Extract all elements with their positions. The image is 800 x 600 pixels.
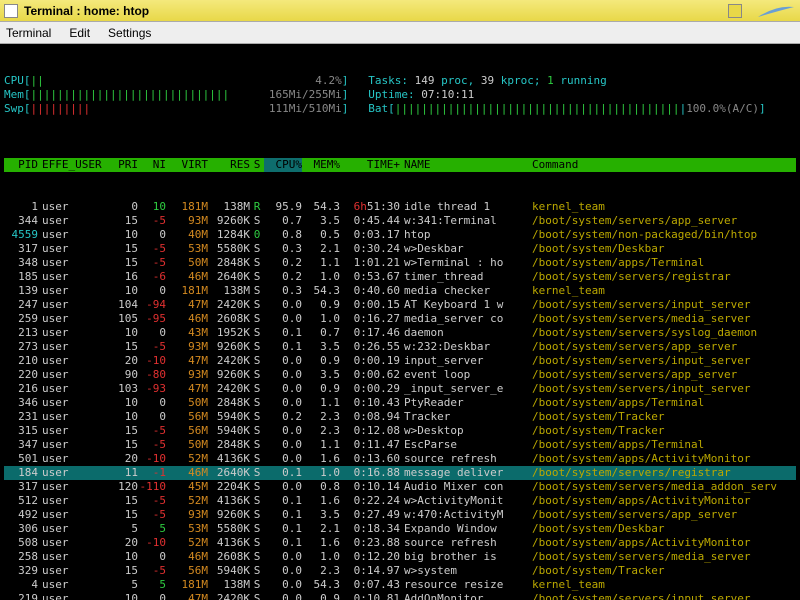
process-row[interactable]: 492user15-593M9260KS0.13.50:27.49w:470:A…	[4, 508, 796, 522]
process-row[interactable]: 1user010181M138MR95.954.36h51:30idle thr…	[4, 200, 796, 214]
process-row[interactable]: 273user15-593M9260KS0.13.50:26.55w:232:D…	[4, 340, 796, 354]
process-row[interactable]: 315user15-556M5940KS0.02.30:12.08w>Deskt…	[4, 424, 796, 438]
process-row[interactable]: 213user10043M1952KS0.10.70:17.46daemon/b…	[4, 326, 796, 340]
terminal-content[interactable]: CPU[|| 4.2%] Tasks: 149 proc, 39 kproc; …	[0, 44, 800, 600]
process-row[interactable]: 306user5553M5580KS0.12.10:18.34Expando W…	[4, 522, 796, 536]
process-row[interactable]: 231user10056M5940KS0.22.30:08.94Tracker/…	[4, 410, 796, 424]
process-row[interactable]: 139user100181M138MS0.354.30:40.60media c…	[4, 284, 796, 298]
process-row[interactable]: 259user105-9546M2608KS0.01.00:16.27media…	[4, 312, 796, 326]
process-row[interactable]: 347user15-550M2848KS0.01.10:11.47EscPars…	[4, 438, 796, 452]
window-title: Terminal : home: htop	[24, 4, 149, 18]
process-row[interactable]: 508user20-1052M4136KS0.11.60:23.88source…	[4, 536, 796, 550]
close-icon[interactable]	[4, 4, 18, 18]
process-row[interactable]: 216user103-9347M2420KS0.00.90:00.29_inpu…	[4, 382, 796, 396]
menu-edit[interactable]: Edit	[69, 26, 90, 40]
process-row[interactable]: 329user15-556M5940KS0.02.30:14.97w>syste…	[4, 564, 796, 578]
process-row[interactable]: 220user90-8093M9260KS0.03.50:00.62event …	[4, 368, 796, 382]
process-row[interactable]: 258user10046M2608KS0.01.00:12.20big brot…	[4, 550, 796, 564]
menu-terminal[interactable]: Terminal	[6, 26, 51, 40]
meters: CPU[|| 4.2%] Tasks: 149 proc, 39 kproc; …	[4, 74, 796, 130]
process-row[interactable]: 501user20-1052M4136KS0.01.60:13.60source…	[4, 452, 796, 466]
process-row[interactable]: 210user20-1047M2420KS0.00.90:00.19input_…	[4, 354, 796, 368]
zoom-icon[interactable]	[728, 4, 742, 18]
process-header[interactable]: PIDEFFE_USERPRINIVIRTRESSCPU%MEM%TIME+NA…	[4, 158, 796, 172]
process-row[interactable]: 512user15-552M4136KS0.11.60:22.24w>Activ…	[4, 494, 796, 508]
feather-icon	[756, 3, 796, 19]
process-row[interactable]: 317user120-11045M2204KS0.00.80:10.14Audi…	[4, 480, 796, 494]
terminal-window: Terminal : home: htop Terminal Edit Sett…	[0, 0, 800, 600]
process-list[interactable]: 1user010181M138MR95.954.36h51:30idle thr…	[4, 200, 796, 600]
menubar: Terminal Edit Settings	[0, 22, 800, 44]
process-row[interactable]: 4559user10040M1284K00.80.50:03.17htop/bo…	[4, 228, 796, 242]
process-row[interactable]: 184user11-146M2640KS0.11.00:16.88message…	[4, 466, 796, 480]
menu-settings[interactable]: Settings	[108, 26, 151, 40]
process-row[interactable]: 4user55181M138MS0.054.30:07.43resource r…	[4, 578, 796, 592]
process-row[interactable]: 348user15-550M2848KS0.21.11:01.21w>Termi…	[4, 256, 796, 270]
process-row[interactable]: 247user104-9447M2420KS0.00.90:00.15AT Ke…	[4, 298, 796, 312]
process-row[interactable]: 185user16-646M2640KS0.21.00:53.67timer_t…	[4, 270, 796, 284]
process-row[interactable]: 346user10050M2848KS0.01.10:10.43PtyReade…	[4, 396, 796, 410]
process-row[interactable]: 219user10047M2420KS0.00.90:10.81AddOnMon…	[4, 592, 796, 600]
process-row[interactable]: 344user15-593M9260KS0.73.50:45.44w:341:T…	[4, 214, 796, 228]
titlebar[interactable]: Terminal : home: htop	[0, 0, 800, 22]
process-row[interactable]: 317user15-553M5580KS0.32.10:30.24w>Deskb…	[4, 242, 796, 256]
